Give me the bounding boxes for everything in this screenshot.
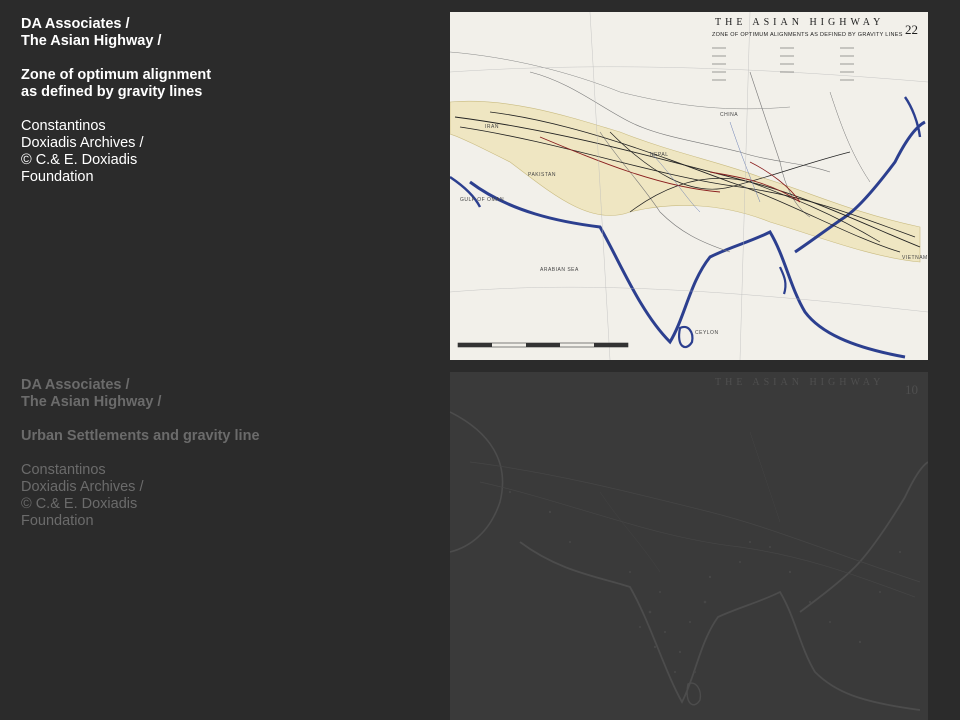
caption-credit-line4: Foundation [21, 513, 94, 529]
caption-credit-line3: © C.& E. Doxiadis [21, 496, 138, 512]
caption-header-line2: The Asian Highway / [21, 33, 162, 49]
map-label-iran: IRAN [485, 124, 499, 130]
caption-credit-line2: Doxiadis Archives / [21, 479, 144, 495]
map-label-china: CHINA [720, 112, 739, 118]
caption-subject-line1: Zone of optimum alignment [21, 67, 212, 83]
map-label-gulf-of-oman: GULF OF OMAN [460, 197, 505, 203]
caption-credit-line1: Constantinos [21, 462, 106, 478]
map-page-number: 10 [905, 382, 918, 397]
map-label-ceylon: CEYLON [695, 330, 719, 336]
caption-credit-line2: Doxiadis Archives / [21, 135, 144, 151]
caption-slide-1: DA Associates / The Asian Highway / Zone… [21, 16, 421, 186]
map-drawing [450, 12, 928, 360]
caption-credit-line4: Foundation [21, 169, 94, 185]
map-label-pakistan: PAKISTAN [528, 172, 556, 178]
caption-credit-line3: © C.& E. Doxiadis [21, 152, 138, 168]
caption-subject-line2: as defined by gravity lines [21, 84, 203, 100]
caption-slide-2: DA Associates / The Asian Highway / Urba… [21, 377, 421, 530]
map-title: THE ASIAN HIGHWAY [715, 17, 885, 28]
map-drawing-dimmed [450, 411, 928, 711]
map-page-number: 22 [905, 22, 918, 37]
map-subtitle: ZONE OF OPTIMUM ALIGNMENTS AS DEFINED BY… [712, 32, 903, 38]
map-label-vietnam: VIETNAM [902, 255, 928, 261]
map-title: THE ASIAN HIGHWAY [715, 377, 885, 388]
map-image-zone-of-optimum-alignments[interactable]: THE ASIAN HIGHWAY ZONE OF OPTIMUM ALIGNM… [450, 12, 928, 360]
caption-header-line2: The Asian Highway / [21, 394, 162, 410]
map-label-nepal: NEPAL [650, 152, 669, 158]
caption-header-line1: DA Associates / [21, 377, 130, 393]
caption-subject-line1: Urban Settlements and gravity line [21, 428, 260, 444]
map-label-arabian-sea: ARABIAN SEA [540, 267, 579, 273]
caption-credit-line1: Constantinos [21, 118, 106, 134]
map-image-urban-settlements[interactable]: THE ASIAN HIGHWAY 10 [450, 372, 928, 720]
caption-header-line1: DA Associates / [21, 16, 130, 32]
